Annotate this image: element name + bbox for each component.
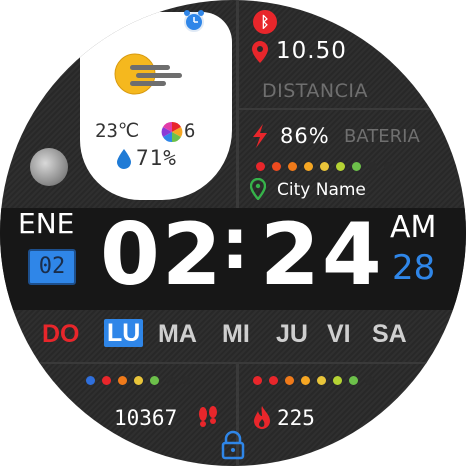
- water-drop-icon: [117, 149, 131, 169]
- level-dot: [288, 162, 297, 171]
- bluetooth-icon[interactable]: ᛒ: [253, 10, 277, 34]
- lock-icon[interactable]: [220, 430, 246, 460]
- level-dot: [150, 376, 159, 385]
- level-dot: [118, 376, 127, 385]
- weekday-sa: SA: [372, 320, 407, 348]
- city-name: City Name: [277, 180, 366, 200]
- level-dot: [365, 376, 374, 385]
- level-dot: [134, 376, 143, 385]
- color-wheel-icon: [161, 121, 183, 143]
- level-dot: [166, 376, 175, 385]
- weekday-vi: VI: [327, 320, 351, 348]
- month-label: ENE: [18, 207, 75, 240]
- level-dot: [285, 376, 294, 385]
- map-pin-icon: [252, 41, 268, 63]
- temperature-value: 23℃: [95, 120, 140, 142]
- level-dot: [384, 162, 393, 171]
- humidity-value: 71%: [136, 146, 177, 170]
- level-dot: [320, 162, 329, 171]
- level-dot: [352, 162, 361, 171]
- watch-face: 23℃ 6 71% ᛒ 10.50 DISTANCIA 86% BATERIA: [0, 0, 466, 466]
- level-dot: [333, 376, 342, 385]
- time-hours: 02: [100, 205, 224, 305]
- battery-percent: 86%: [280, 124, 330, 148]
- footprints-icon: [199, 406, 217, 427]
- level-dot: [256, 162, 265, 171]
- steps-value: 10367: [114, 406, 178, 430]
- weekday-do: DO: [42, 320, 80, 348]
- level-dot: [182, 376, 191, 385]
- level-dot: [317, 376, 326, 385]
- distance-value: 10.50: [276, 38, 347, 64]
- uv-value: 6: [184, 120, 196, 142]
- flame-icon: [254, 406, 270, 429]
- battery-label: BATERIA: [344, 126, 420, 147]
- level-dot: [86, 376, 95, 385]
- weather-panel[interactable]: [80, 12, 232, 200]
- divider: [0, 362, 466, 364]
- moon-icon: [30, 148, 68, 186]
- level-dot: [336, 162, 345, 171]
- lightning-icon: [253, 124, 267, 148]
- distance-label: DISTANCIA: [262, 80, 369, 102]
- level-dot: [349, 376, 358, 385]
- weekday-mi: MI: [222, 320, 250, 348]
- level-dot: [301, 376, 310, 385]
- level-dot: [269, 376, 278, 385]
- day-badge[interactable]: 02: [28, 249, 76, 285]
- time-minutes: 24: [260, 205, 384, 305]
- level-dot: [102, 376, 111, 385]
- weekday-lu: LU: [104, 319, 144, 347]
- weekday-number: 28: [392, 248, 436, 288]
- green-pin-icon: [250, 178, 266, 200]
- level-dot: [253, 376, 262, 385]
- level-dot: [272, 162, 281, 171]
- ampm-label: AM: [390, 210, 437, 245]
- divider: [236, 0, 239, 208]
- time-separator: :: [221, 203, 251, 285]
- weekday-ma: MA: [158, 320, 197, 348]
- alarm-clock-icon[interactable]: [182, 9, 206, 33]
- weekday-ju: JU: [276, 320, 308, 348]
- calories-value: 225: [277, 406, 315, 430]
- sun-cloud-icon: [114, 53, 182, 95]
- level-dot: [304, 162, 313, 171]
- level-dot: [368, 162, 377, 171]
- divider: [239, 108, 466, 110]
